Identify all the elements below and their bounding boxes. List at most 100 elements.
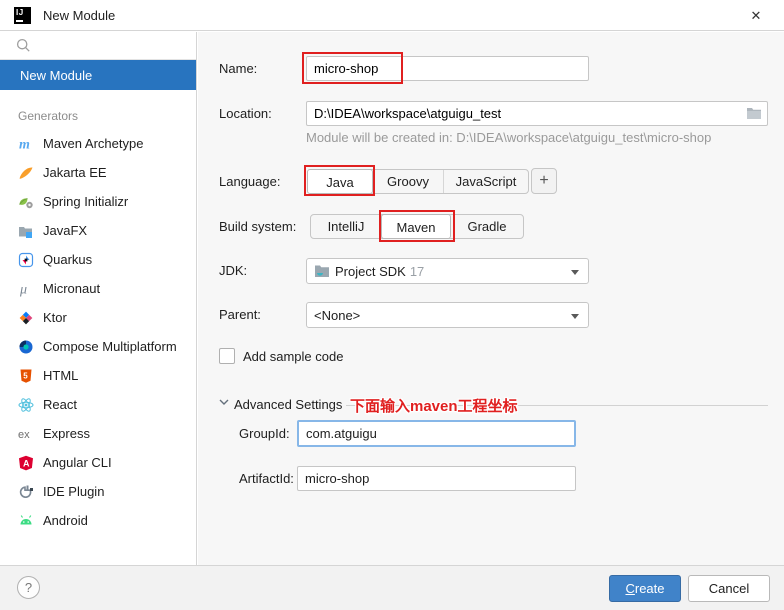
sidebar-item-maven-archetype[interactable]: m Maven Archetype <box>0 129 196 158</box>
sidebar-item-label: Express <box>43 426 90 441</box>
jakarta-ee-icon <box>17 164 34 181</box>
sidebar-item-label: Maven Archetype <box>43 136 144 151</box>
parent-dropdown[interactable]: <None> <box>306 302 589 328</box>
sidebar-item-label: Jakarta EE <box>43 165 107 180</box>
build-system-segmented-control: IntelliJ Maven Gradle <box>310 214 524 239</box>
svg-text:ex: ex <box>18 429 30 441</box>
add-language-button[interactable]: + <box>531 168 557 194</box>
groupid-label: GroupId: <box>239 426 290 441</box>
sidebar-item-quarkus[interactable]: Quarkus <box>0 245 196 274</box>
sidebar-item-label: Angular CLI <box>43 455 112 470</box>
window-title: New Module <box>43 7 116 23</box>
svg-text:μ: μ <box>19 282 27 297</box>
sidebar-item-express[interactable]: ex Express <box>0 419 196 448</box>
build-option-intellij[interactable]: IntelliJ <box>311 215 382 238</box>
add-sample-code-checkbox[interactable] <box>219 348 235 364</box>
intellij-logo-icon: IJ <box>14 6 31 24</box>
create-button-label: reate <box>634 581 665 596</box>
sidebar-item-label: IDE Plugin <box>43 484 105 499</box>
build-option-maven[interactable]: Maven <box>381 214 451 239</box>
chevron-down-icon <box>571 314 579 319</box>
sidebar-item-label: HTML <box>43 368 79 383</box>
collapse-chevron-icon[interactable] <box>219 398 229 406</box>
jdk-dropdown[interactable]: Project SDK 17 <box>306 258 589 284</box>
sidebar-item-html[interactable]: 5 HTML <box>0 361 196 390</box>
cancel-button[interactable]: Cancel <box>688 575 770 602</box>
language-label: Language: <box>219 174 281 189</box>
sidebar-item-label: Compose Multiplatform <box>43 339 177 354</box>
dialog-footer: ? Create Cancel <box>0 565 784 610</box>
maven-coordinates-annotation: 下面输入maven工程坐标 <box>350 398 518 415</box>
sidebar-item-new-module[interactable]: New Module <box>0 60 196 90</box>
title-bar: IJ New Module ✕ <box>0 0 784 31</box>
ide-plugin-icon <box>17 483 34 500</box>
sidebar-item-label: Android <box>43 513 88 528</box>
sidebar-item-compose-multiplatform[interactable]: Compose Multiplatform <box>0 332 196 361</box>
create-button[interactable]: Create <box>609 575 681 602</box>
name-input[interactable]: micro-shop <box>306 56 589 81</box>
search-input[interactable] <box>0 32 196 60</box>
close-icon[interactable]: ✕ <box>746 6 766 26</box>
jdk-label: JDK: <box>219 263 248 278</box>
html-icon: 5 <box>17 367 34 384</box>
sidebar-item-label: JavaFX <box>43 223 88 238</box>
build-system-label: Build system: <box>219 219 297 234</box>
javafx-icon <box>17 222 34 239</box>
svg-text:A: A <box>23 458 30 468</box>
parent-label: Parent: <box>219 307 261 322</box>
svg-text:m: m <box>19 137 30 152</box>
quarkus-icon <box>17 251 34 268</box>
create-button-mnemonic: C <box>625 581 635 596</box>
location-hint: Module will be created in: D:\IDEA\works… <box>306 130 712 145</box>
artifactid-input[interactable]: micro-shop <box>297 466 576 491</box>
location-label: Location: <box>219 106 272 121</box>
generators-section-label: Generators <box>18 109 79 123</box>
compose-multiplatform-icon <box>17 338 34 355</box>
browse-folder-icon[interactable] <box>746 106 762 120</box>
generators-list: m Maven Archetype Jakarta EE Spring Init… <box>0 129 196 535</box>
angular-cli-icon: A <box>17 454 34 471</box>
parent-value: <None> <box>314 307 361 323</box>
sidebar-item-jakarta-ee[interactable]: Jakarta EE <box>0 158 196 187</box>
new-module-form: Name: micro-shop Location: D:\IDEA\works… <box>198 32 784 565</box>
artifactid-label: ArtifactId: <box>239 471 294 486</box>
jdk-value: Project SDK <box>335 263 406 279</box>
sidebar-item-spring-initializr[interactable]: Spring Initializr <box>0 187 196 216</box>
sidebar-item-label: Spring Initializr <box>43 194 129 209</box>
spring-initializr-icon <box>17 193 34 210</box>
sidebar-item-react[interactable]: React <box>0 390 196 419</box>
sidebar-item-ide-plugin[interactable]: IDE Plugin <box>0 477 196 506</box>
sidebar-item-android[interactable]: Android <box>0 506 196 535</box>
generators-sidebar: New Module Generators m Maven Archetype … <box>0 32 197 565</box>
maven-archetype-icon: m <box>17 135 34 152</box>
add-sample-code-label: Add sample code <box>243 349 344 364</box>
micronaut-icon: μ <box>17 280 34 297</box>
language-segmented-control: Java Groovy JavaScript <box>307 169 529 194</box>
advanced-settings-toggle[interactable]: Advanced Settings <box>234 396 342 414</box>
chevron-down-icon <box>571 270 579 275</box>
location-input[interactable]: D:\IDEA\workspace\atguigu_test <box>306 101 768 126</box>
groupid-input[interactable]: com.atguigu <box>297 420 576 447</box>
android-icon <box>17 512 34 529</box>
svg-text:5: 5 <box>23 371 28 380</box>
search-icon <box>16 38 30 52</box>
sdk-folder-icon <box>315 265 329 277</box>
build-option-gradle[interactable]: Gradle <box>451 215 523 238</box>
sidebar-item-angular-cli[interactable]: A Angular CLI <box>0 448 196 477</box>
language-option-java[interactable]: Java <box>307 169 373 194</box>
sidebar-item-ktor[interactable]: Ktor <box>0 303 196 332</box>
react-icon <box>17 396 34 413</box>
language-option-groovy[interactable]: Groovy <box>373 170 444 193</box>
name-label: Name: <box>219 61 258 76</box>
sidebar-item-label: React <box>43 397 77 412</box>
sidebar-item-label: Quarkus <box>43 252 93 267</box>
sidebar-item-javafx[interactable]: JavaFX <box>0 216 196 245</box>
express-icon: ex <box>17 425 34 442</box>
sidebar-item-micronaut[interactable]: μ Micronaut <box>0 274 196 303</box>
new-module-dialog: IJ New Module ✕ New Module Generators m … <box>0 0 784 610</box>
jdk-version: 17 <box>409 263 425 279</box>
ktor-icon <box>17 309 34 326</box>
sidebar-item-label: Micronaut <box>43 281 101 296</box>
language-option-javascript[interactable]: JavaScript <box>444 170 528 193</box>
help-button[interactable]: ? <box>17 576 40 599</box>
